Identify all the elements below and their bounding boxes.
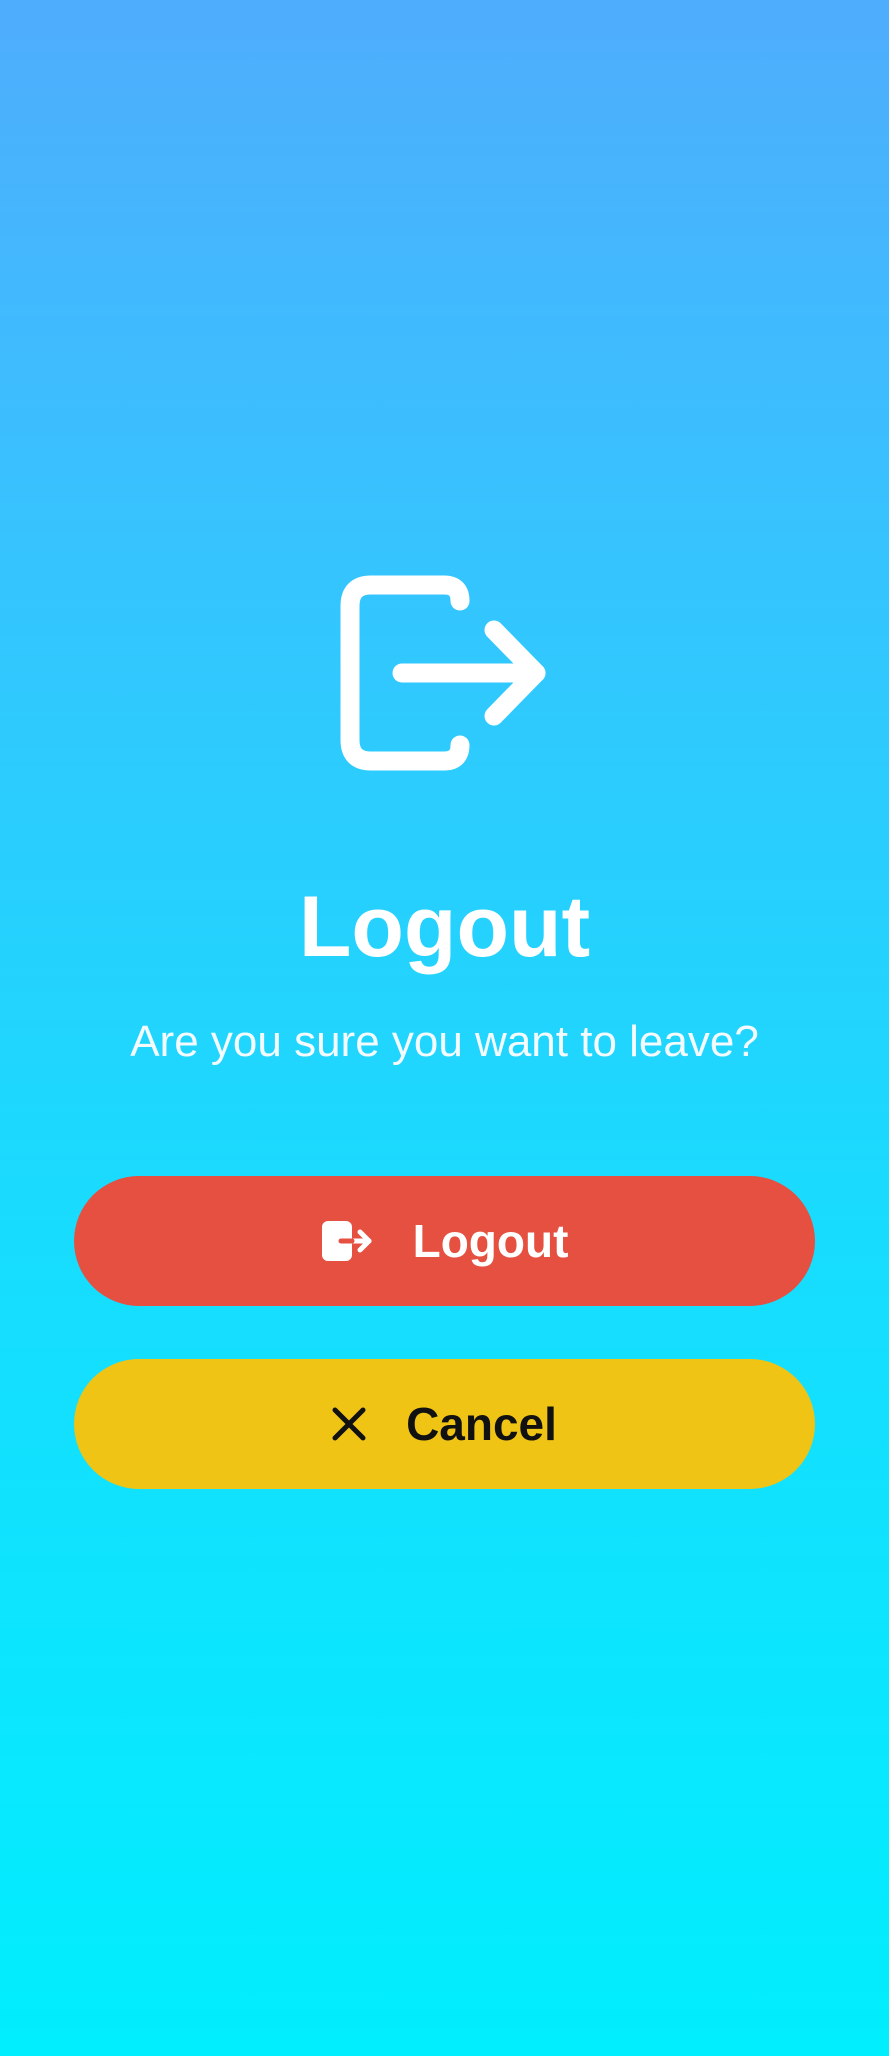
logout-button[interactable]: Logout — [74, 1176, 815, 1306]
cancel-button[interactable]: Cancel — [74, 1359, 815, 1489]
close-icon — [332, 1407, 366, 1441]
logout-screen: Logout Are you sure you want to leave? L… — [0, 0, 889, 2056]
page-title: Logout — [298, 879, 591, 975]
logout-icon — [321, 1219, 373, 1263]
logout-icon — [338, 575, 550, 771]
cancel-button-label: Cancel — [406, 1398, 557, 1450]
confirm-message: Are you sure you want to leave? — [130, 1017, 759, 1066]
logout-button-label: Logout — [412, 1215, 569, 1267]
